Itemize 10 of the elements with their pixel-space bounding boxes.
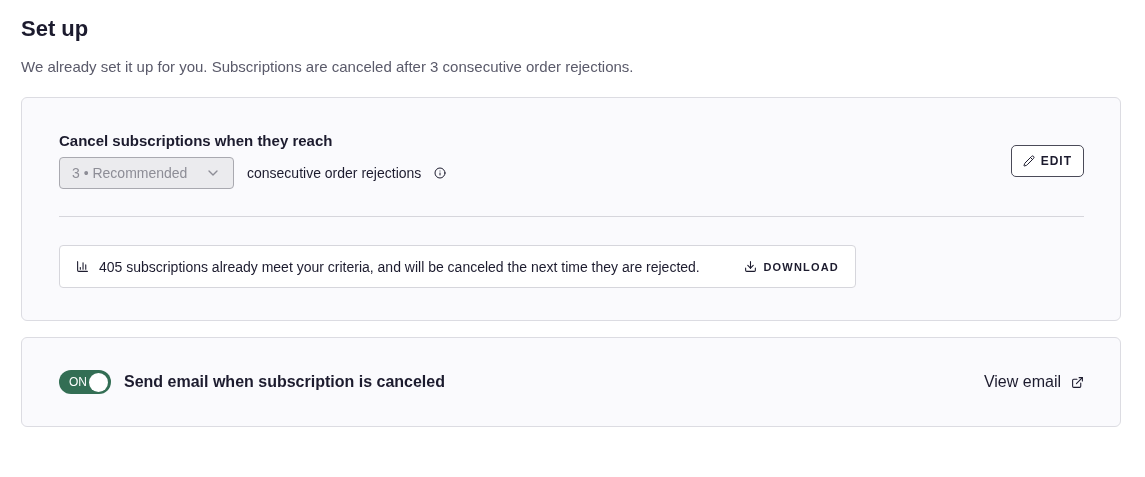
notice-text: 405 subscriptions already meet your criteria, and will be canceled the next time they are rejected. (99, 258, 700, 275)
page-description: We already set it up for you. Subscriptions are canceled after 3 consecutive order rejections. (21, 58, 635, 75)
edit-button[interactable]: EDIT (1010, 144, 1084, 177)
email-toggle[interactable]: ON (59, 370, 111, 394)
email-label: Send email when subscription is canceled (124, 373, 445, 391)
rule-heading: Cancel subscriptions when they reach (59, 132, 334, 149)
download-link[interactable]: DOWNLOAD (744, 260, 839, 273)
threshold-suffix: consecutive order rejections (247, 165, 422, 181)
view-email-link[interactable]: View email (983, 373, 1084, 391)
page-title: Set up (21, 16, 90, 42)
